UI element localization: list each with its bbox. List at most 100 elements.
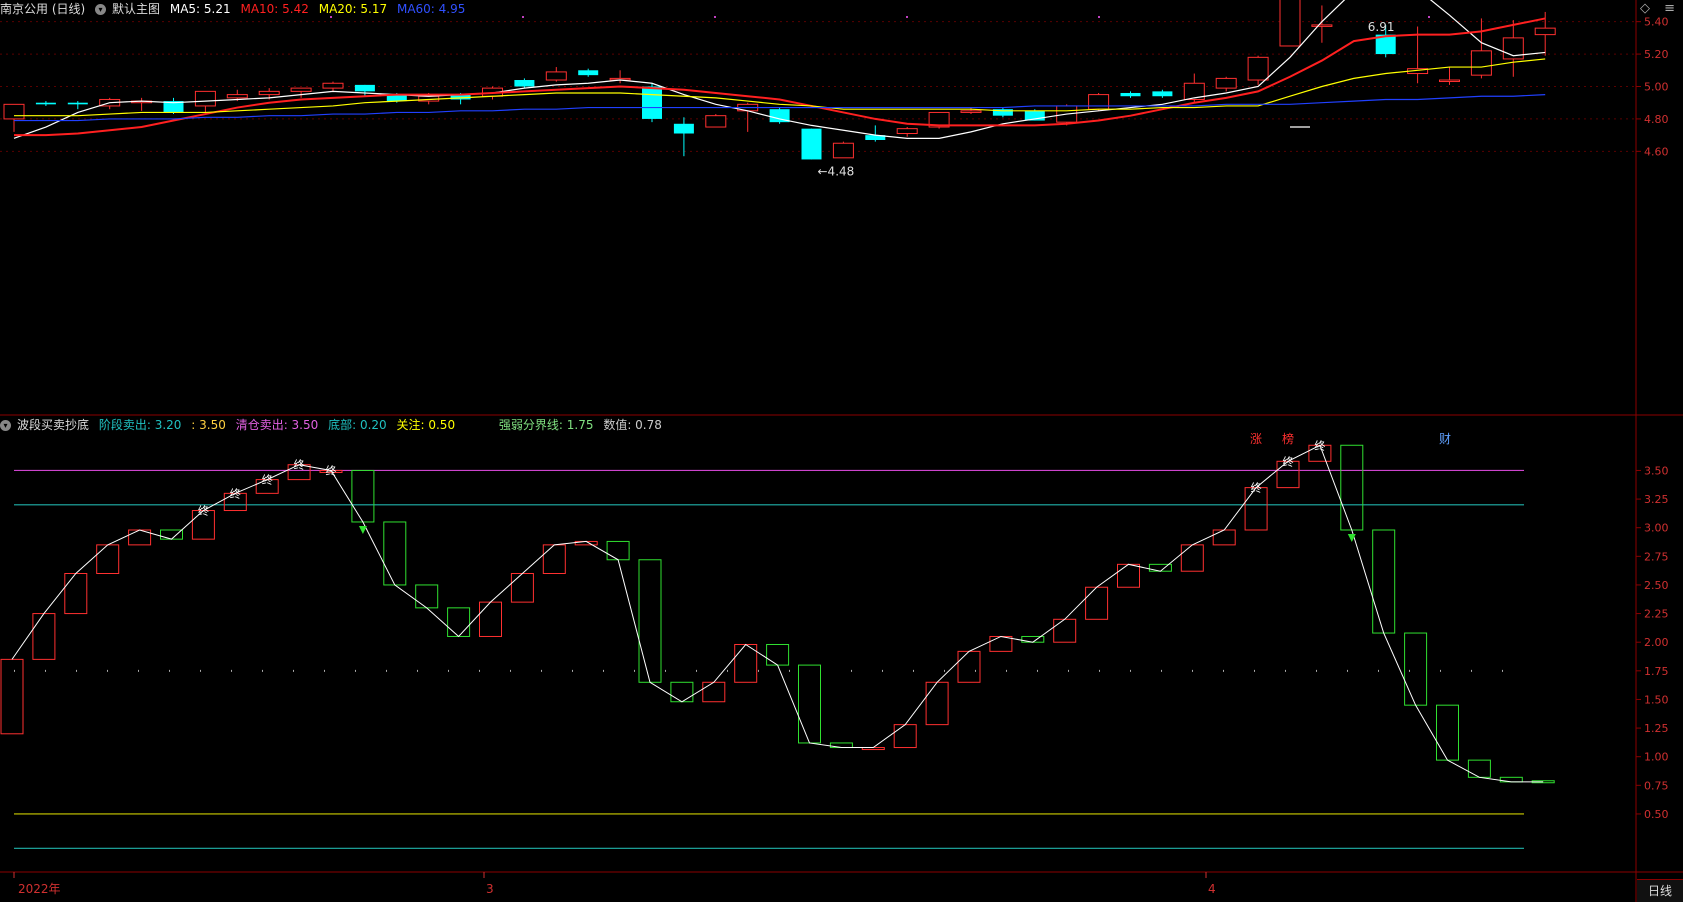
- candle: [418, 92, 440, 105]
- candle: [386, 92, 407, 103]
- indicator-box: [1244, 487, 1268, 531]
- candle: [1183, 73, 1205, 103]
- candle: [1375, 24, 1396, 58]
- indicator-tick-label: 2.75: [1644, 550, 1669, 563]
- zhong-marker: 终: [1314, 438, 1325, 452]
- ma10-label: MA10: 5.42: [240, 2, 309, 16]
- price-tick-label: 4.80: [1644, 113, 1669, 126]
- clear-sell-label: 清仓卖出: 3.50: [235, 418, 319, 432]
- candle-body-up: [545, 71, 567, 81]
- candle: [705, 114, 727, 128]
- candle: [35, 101, 56, 106]
- indicator-tick-label: 3.00: [1644, 522, 1669, 535]
- indicator-box: [223, 492, 247, 512]
- main-chart-header: 南京公用 (日线) ▾ 默认主图 MA5: 5.21 MA10: 5.42 MA2…: [0, 0, 471, 18]
- indicator-box: [702, 681, 726, 703]
- bang-badge: 榜: [1282, 431, 1294, 446]
- ma-line-ma20: [14, 58, 1546, 117]
- candle-body-down: [354, 84, 375, 92]
- candle-body-up: [960, 110, 982, 113]
- indicator-box: [1148, 563, 1172, 572]
- candle-body-down: [35, 102, 56, 105]
- indicator-tick-label: 2.50: [1644, 579, 1669, 592]
- indicator-box: [319, 469, 343, 473]
- candle-body-up: [258, 90, 280, 96]
- chart-name[interactable]: 默认主图: [112, 2, 160, 16]
- candle-body-up: [290, 87, 312, 92]
- indicator-name[interactable]: 波段买卖抄底: [17, 418, 89, 432]
- bottom-label: 底部: 0.20: [328, 418, 387, 432]
- candle-body-down: [992, 109, 1013, 116]
- top-marker-dot: [522, 16, 524, 18]
- time-label-year: 2022年: [18, 882, 61, 896]
- candle-body-up: [1311, 24, 1333, 27]
- strong-weak-label: 强弱分界线: 1.75: [498, 418, 594, 432]
- candle: [1311, 5, 1333, 43]
- menu-icon[interactable]: ≡: [1664, 1, 1675, 16]
- indicator-box: [1404, 632, 1428, 706]
- candle-body-down: [1120, 92, 1141, 97]
- indicator-settings-icon[interactable]: ▾: [0, 420, 11, 431]
- candle: [960, 107, 982, 115]
- indicator-box: [1180, 544, 1204, 572]
- indicator-box: [32, 613, 56, 660]
- candle-body-up: [482, 87, 503, 97]
- indicator-box: [479, 601, 502, 637]
- candle-body-down: [673, 123, 694, 134]
- candle-body-down: [163, 101, 184, 113]
- candle: [1470, 18, 1492, 79]
- candle-body-up: [322, 82, 344, 89]
- indicator-box: [383, 521, 407, 586]
- indicator-box: [1372, 529, 1396, 634]
- indicator-tick-label: 1.50: [1644, 693, 1669, 706]
- indicator-box: [893, 724, 917, 749]
- candle-body-up: [737, 103, 759, 112]
- period-tab[interactable]: 日线: [1637, 879, 1683, 902]
- indicator-tick-label: 0.50: [1644, 808, 1669, 821]
- candle-body-down: [642, 86, 662, 119]
- stage-sell-sep: :: [191, 418, 196, 432]
- candle: [514, 78, 535, 89]
- candle-body-up: [1502, 37, 1524, 60]
- indicator-box: [925, 681, 949, 726]
- indicator-box: [128, 529, 152, 546]
- candle: [1534, 11, 1556, 56]
- indicator-box: [415, 584, 439, 609]
- price-tick-label: 5.00: [1644, 81, 1669, 94]
- indicator-box: [766, 643, 790, 666]
- candle-body-up: [418, 95, 440, 102]
- window-controls: ◇ ≡: [1630, 0, 1675, 18]
- stage-sell-value1: 3.20: [154, 418, 182, 432]
- candle: [1152, 89, 1173, 98]
- indicator-box: [1085, 586, 1109, 620]
- indicator-box: [1531, 780, 1555, 784]
- stage-sell-label: 阶段卖出: 3.20: [99, 418, 182, 432]
- zhong-marker: 终: [294, 458, 305, 472]
- candle: [832, 141, 854, 159]
- candle: [928, 111, 950, 129]
- candle-body-up: [1439, 79, 1460, 83]
- candle: [1407, 26, 1429, 84]
- indicator-box: [96, 544, 120, 574]
- candle-body-down: [1024, 110, 1045, 121]
- candle-body-up: [1088, 94, 1110, 110]
- indicator-box: [1499, 776, 1523, 783]
- indicator-box: [1053, 618, 1077, 643]
- diamond-icon[interactable]: ◇: [1640, 1, 1650, 16]
- indicator-box: [447, 607, 471, 637]
- candle-body-up: [1407, 68, 1429, 75]
- indicator-box: [829, 742, 853, 749]
- indicator-tick-label: 3.50: [1644, 464, 1669, 477]
- candle: [642, 83, 662, 123]
- price-tick-label: 5.20: [1644, 48, 1669, 61]
- stock-title[interactable]: 南京公用 (日线): [0, 2, 85, 16]
- candle: [896, 127, 918, 137]
- candle: [1215, 76, 1237, 92]
- candle: [769, 107, 790, 124]
- candle: [226, 89, 248, 102]
- candle: [1120, 91, 1141, 98]
- candle-body-down: [514, 80, 535, 87]
- settings-circle-icon[interactable]: ▾: [95, 4, 107, 15]
- indicator-box: [255, 479, 279, 494]
- ma-line-ma5: [13, 0, 1546, 139]
